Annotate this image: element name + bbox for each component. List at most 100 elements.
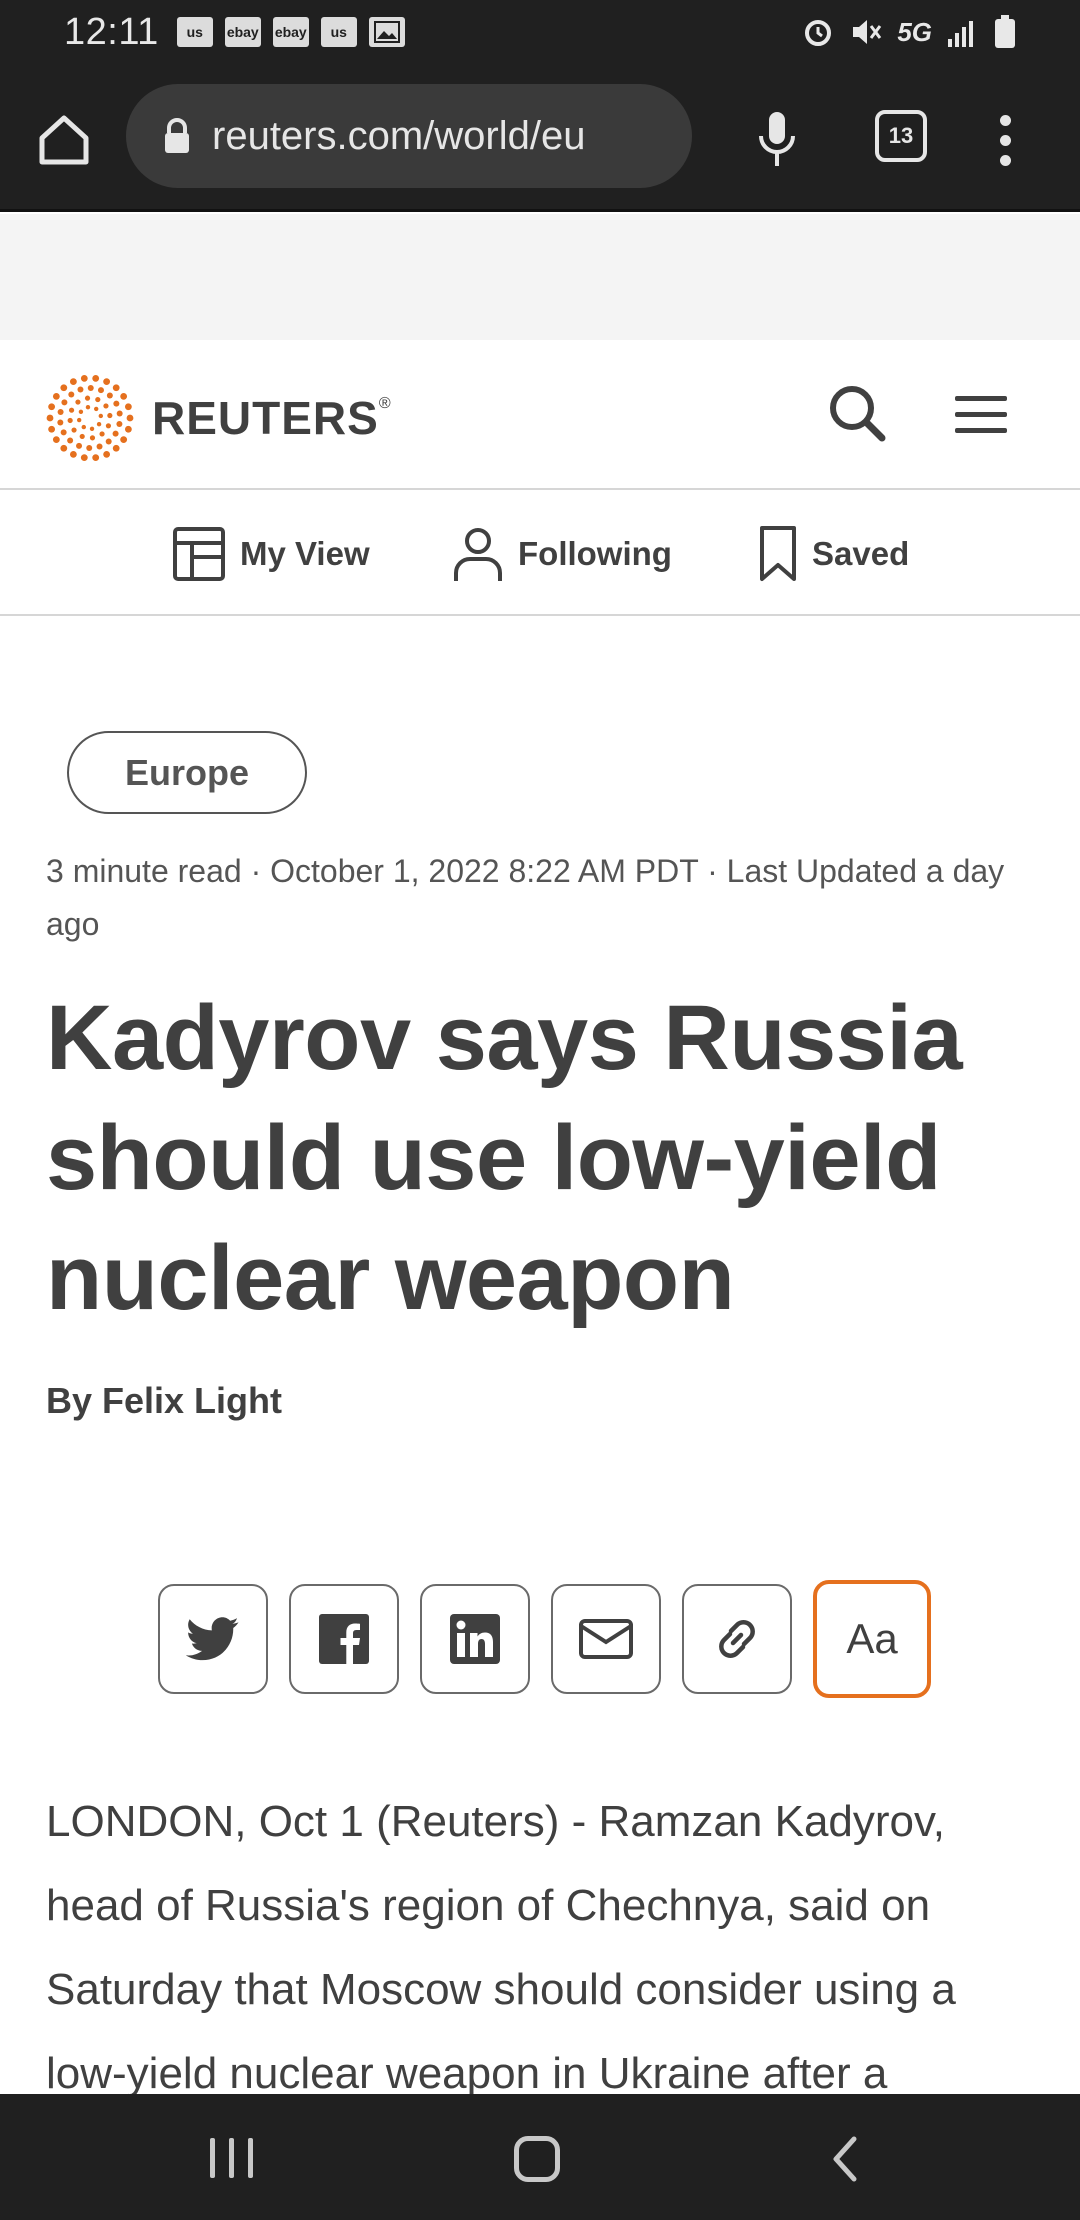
nav-saved[interactable]: Saved (758, 524, 909, 584)
tab-switcher-button[interactable]: 13 (875, 110, 927, 162)
article-body: LONDON, Oct 1 (Reuters) - Ramzan Kadyrov… (46, 1797, 956, 2098)
facebook-icon (319, 1614, 369, 1664)
logo-dot (68, 407, 75, 413)
logo-dot (112, 430, 119, 437)
url-text: reuters.com/world/eu (212, 113, 586, 158)
search-button[interactable] (822, 378, 892, 448)
article-headline: Kadyrov says Russia should use low-yield… (46, 987, 963, 1329)
notification-us-icon: us (320, 17, 357, 47)
logo-dot (75, 399, 81, 405)
nav-my-view[interactable]: My View (172, 524, 370, 584)
logo-dot (120, 392, 128, 400)
logo-dot (96, 422, 102, 427)
signal-icon (948, 21, 973, 47)
home-icon (39, 115, 89, 165)
recent-apps-icon (210, 2138, 215, 2178)
screen: 12:11 us ebay ebay us 5G reuters.com/wor… (0, 0, 1080, 2220)
share-email-button[interactable] (551, 1584, 661, 1694)
ad-placeholder (0, 214, 1080, 340)
text-size-icon: Aa (846, 1615, 898, 1662)
notification-ebay-icon: ebay (224, 17, 261, 47)
back-icon (833, 2136, 857, 2182)
logo-dot (60, 429, 67, 436)
logo-dot (105, 423, 112, 429)
logo-dot (57, 409, 64, 416)
system-navigation-bar (0, 2094, 1080, 2220)
logo-dot (107, 412, 113, 419)
logo-dot (57, 419, 64, 426)
recent-apps-icon (248, 2138, 253, 2178)
logo-dot (124, 425, 132, 433)
logo-dot (126, 414, 134, 422)
system-icons: 5G (801, 15, 1016, 49)
logo-dot (52, 392, 60, 400)
logo-dot (103, 378, 111, 386)
recent-apps-button[interactable] (210, 2138, 253, 2178)
browser-toolbar: reuters.com/world/eu 13 (0, 64, 1080, 212)
text-size-button[interactable]: Aa (813, 1580, 931, 1698)
notification-icons: us ebay ebay us (176, 17, 405, 47)
microphone-icon (759, 112, 795, 166)
logo-dot (46, 414, 54, 422)
logo-dot (52, 436, 60, 444)
section-tag[interactable]: Europe (67, 731, 307, 814)
article-byline[interactable]: By Felix Light (46, 1380, 282, 1422)
logo-dot (105, 438, 112, 445)
logo-dot (79, 433, 85, 440)
mute-icon (853, 20, 882, 44)
hamburger-line (955, 411, 1007, 417)
logo-dot (103, 403, 109, 409)
logo-dot (80, 375, 88, 382)
hamburger-line (955, 427, 1007, 433)
logo-dot (68, 391, 75, 398)
logo-dot (112, 384, 120, 392)
nav-following[interactable]: Following (452, 524, 672, 584)
logo-dot (48, 425, 56, 433)
logo-dot (80, 454, 88, 461)
back-button[interactable] (820, 2134, 870, 2184)
share-twitter-button[interactable] (158, 1584, 268, 1694)
logo-dot (76, 442, 83, 449)
logo-dot (67, 437, 74, 444)
logo-dot (94, 406, 99, 412)
logo-dot (69, 378, 77, 386)
home-button[interactable] (30, 106, 98, 174)
logo-dot (124, 403, 132, 411)
logo-dot (92, 454, 100, 461)
system-home-button[interactable] (514, 2136, 560, 2182)
logo-dot (113, 400, 120, 407)
logo-dot (84, 395, 91, 401)
site-header: REUTERS® (0, 340, 1080, 490)
logo-dot (95, 396, 101, 403)
person-icon (454, 528, 502, 581)
voice-search-button[interactable] (745, 104, 809, 176)
twitter-icon (186, 1617, 239, 1661)
reuters-logo-icon (46, 375, 134, 461)
linkedin-icon (450, 1614, 500, 1664)
sub-navigation: My View Following Saved (0, 490, 1080, 616)
logo-dot (99, 431, 105, 437)
menu-dot (999, 154, 1011, 166)
logo-dot (77, 386, 84, 393)
bookmark-icon (760, 526, 796, 581)
layout-icon (173, 527, 225, 581)
logo-dot (78, 409, 84, 414)
copy-link-button[interactable] (682, 1584, 792, 1694)
logo-dot (86, 444, 93, 451)
email-icon (579, 1619, 633, 1659)
browser-menu-button[interactable] (985, 104, 1025, 176)
menu-dot (999, 134, 1011, 146)
notification-ebay-icon: ebay (272, 17, 309, 47)
share-bar: Aa (158, 1580, 931, 1698)
status-bar: 12:11 us ebay ebay us 5G (0, 0, 1080, 64)
logo-dot (103, 450, 111, 458)
share-linkedin-button[interactable] (420, 1584, 530, 1694)
nav-saved-label: Saved (812, 535, 910, 572)
nav-my-view-label: My View (240, 535, 370, 572)
reuters-logo[interactable]: REUTERS® (46, 374, 392, 462)
menu-button[interactable] (955, 386, 1011, 442)
address-bar[interactable]: reuters.com/world/eu (126, 84, 692, 188)
logo-dot (76, 417, 82, 423)
share-facebook-button[interactable] (289, 1584, 399, 1694)
logo-dot (60, 384, 68, 392)
